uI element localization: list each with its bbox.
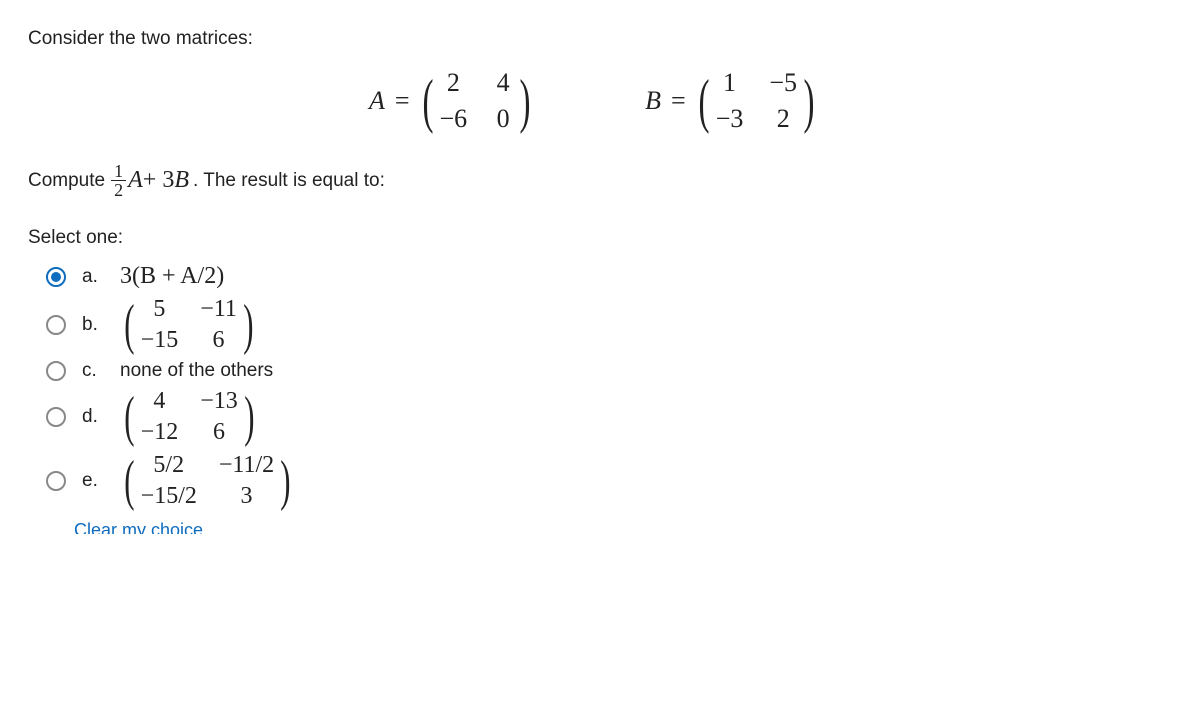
radio-button[interactable] <box>46 315 66 335</box>
fraction: 1 2 <box>111 162 126 199</box>
left-paren-icon: ( <box>422 74 433 128</box>
left-paren-icon: ( <box>124 300 134 350</box>
right-paren-icon: ) <box>244 392 254 442</box>
answer-letter: b. <box>82 314 104 336</box>
left-paren-icon: ( <box>124 456 134 506</box>
radio-button[interactable] <box>46 471 66 491</box>
answer-letter: a. <box>82 266 104 288</box>
answer-matrix-grid: 4−13−126 <box>141 388 238 446</box>
radio-button[interactable] <box>46 267 66 287</box>
matrix-B-label: B <box>645 86 661 116</box>
select-one-label: Select one: <box>28 227 1160 249</box>
matrix-B-grid: 1 −5 −3 2 <box>716 68 797 134</box>
answer-content: (5/2−11/2−15/23) <box>120 452 295 510</box>
matrix-A-grid: 2 4 −6 0 <box>440 68 514 134</box>
equals-sign: = <box>395 86 410 116</box>
answer-option[interactable]: c. none of the others <box>46 360 1160 382</box>
matrix-A-label: A <box>369 86 385 116</box>
question-prompt: Consider the two matrices: <box>28 28 1160 50</box>
answer-list: a. 3(B + A/2) b. (5−11−156) c. none of the ot… <box>28 263 1160 510</box>
answer-option[interactable]: d. (4−13−126) <box>46 388 1160 446</box>
answer-matrix-grid: 5−11−156 <box>141 296 237 354</box>
radio-button[interactable] <box>46 407 66 427</box>
compute-instruction: Compute 1 2 A + 3 B . The result is equa… <box>28 162 1160 199</box>
matrix-B: B = ( 1 −5 −3 2 ) <box>645 68 819 134</box>
right-paren-icon: ) <box>280 456 290 506</box>
answer-letter: e. <box>82 470 104 492</box>
matrix-definitions: A = ( 2 4 −6 0 ) B = ( 1 −5 −3 2 ) <box>28 68 1160 134</box>
answer-content: 3(B + A/2) <box>120 263 224 290</box>
answer-content: none of the others <box>120 360 273 382</box>
right-paren-icon: ) <box>804 74 815 128</box>
radio-button[interactable] <box>46 361 66 381</box>
answer-option[interactable]: a. 3(B + A/2) <box>46 263 1160 290</box>
answer-content: (5−11−156) <box>120 296 258 354</box>
left-paren-icon: ( <box>124 392 134 442</box>
answer-matrix-grid: 5/2−11/2−15/23 <box>141 452 275 510</box>
matrix-A: A = ( 2 4 −6 0 ) <box>369 68 535 134</box>
right-paren-icon: ) <box>243 300 253 350</box>
answer-option[interactable]: b. (5−11−156) <box>46 296 1160 354</box>
answer-letter: d. <box>82 406 104 428</box>
answer-letter: c. <box>82 360 104 382</box>
left-paren-icon: ( <box>698 74 709 128</box>
clear-choice-link[interactable]: Clear my choice <box>28 520 1160 534</box>
answer-content: (4−13−126) <box>120 388 258 446</box>
answer-option[interactable]: e. (5/2−11/2−15/23) <box>46 452 1160 510</box>
right-paren-icon: ) <box>520 74 531 128</box>
equals-sign: = <box>671 86 686 116</box>
